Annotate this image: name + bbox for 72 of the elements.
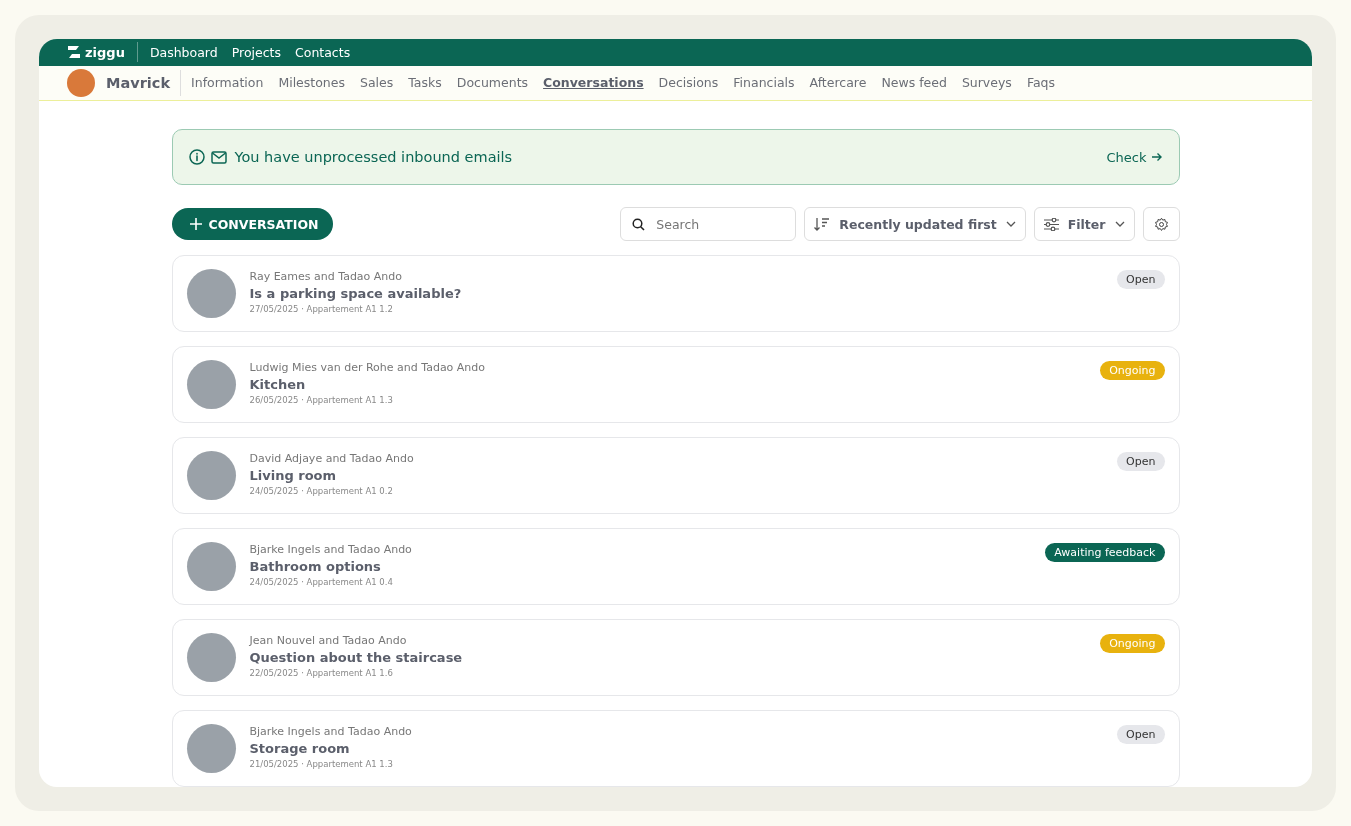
conversation-card[interactable]: Bjarke Ingels and Tadao Ando Storage room 21/05/2025 · Appartement A1 1.3 Open [171,710,1180,787]
nav-tab[interactable]: Sales [360,75,394,91]
project-name: Mavrick [106,74,171,91]
participants: Bjarke Ingels and Tadao Ando [249,725,412,738]
conversation-subject: Bathroom options [249,559,382,574]
conversation-subject: Question about the staircase [249,650,463,665]
nav-link[interactable]: Contacts [295,44,351,60]
conversation-subject: Living room [249,468,338,483]
participants: Ray Eames and Tadao Ando [249,270,404,283]
nav-tab[interactable]: Aftercare [809,75,867,91]
conversation-subject: Storage room [249,741,351,756]
participants: David Adjaye and Tadao Ando [249,452,414,465]
conversation-card[interactable]: Ray Eames and Tadao Ando Is a parking space available? 27/05/2025 · Appartement A1 1.2 Open [171,255,1180,332]
filter-dropdown[interactable]: Filter [1033,207,1135,241]
conversation-card[interactable]: David Adjaye and Tadao Ando Living room 24/05/2025 · Appartement A1 0.2 Open [171,437,1180,514]
participants: Ludwig Mies van der Rohe and Tadao Ando [249,361,486,374]
avatar [186,633,236,682]
nav-tab[interactable]: Decisions [658,75,719,91]
arrow-right-icon [1150,151,1163,163]
status-badge: Open [1117,270,1165,289]
nav-tab[interactable]: Financials [733,75,795,91]
conversation-card[interactable]: Ludwig Mies van der Rohe and Tadao Ando Kitchen 26/05/2025 · Appartement A1 1.3 Ongoing [171,346,1180,423]
nav-tab[interactable]: Surveys [961,75,1012,91]
plus-icon [189,218,202,230]
chevron-down-icon [1114,221,1125,227]
conversation-meta: 27/05/2025 · Appartement A1 1.2 [249,304,394,314]
status-badge: Open [1117,452,1165,471]
avatar [186,542,236,591]
brand-name: ziggu [85,44,125,60]
conversation-meta: 24/05/2025 · Appartement A1 0.2 [249,486,394,496]
search-icon [632,218,646,231]
conversation-card[interactable]: Jean Nouvel and Tadao Ando Question about the staircase 22/05/2025 · Appartement A1 1.6 Ongoing [171,619,1180,696]
status-badge: Open [1117,725,1165,744]
nav-tab[interactable]: Conversations [543,75,644,91]
nav-tab[interactable]: Milestones [278,75,345,91]
conversation-card[interactable]: Bjarke Ingels and Tadao Ando Bathroom options 24/05/2025 · Appartement A1 0.4 Awaiting feedback [171,528,1180,605]
settings-icon [1153,216,1169,232]
nav-tab[interactable]: Documents [456,75,529,91]
info-icon [188,149,205,165]
avatar [186,451,236,500]
sliders-icon [1043,217,1059,231]
avatar [186,724,236,773]
nav-tab[interactable]: Information [191,75,264,91]
avatar [186,360,236,409]
new-conversation-button[interactable]: CONVERSATION [171,208,333,240]
sort-icon [814,217,831,231]
check-link[interactable]: Check [1106,149,1163,165]
conversation-meta: 24/05/2025 · Appartement A1 0.4 [249,577,394,587]
participants: Bjarke Ingels and Tadao Ando [249,543,412,556]
status-badge: Ongoing [1100,361,1165,380]
search-field[interactable]: Search [620,207,797,241]
status-badge: Awaiting feedback [1045,543,1165,562]
conversation-meta: 21/05/2025 · Appartement A1 1.3 [249,759,394,769]
settings-button[interactable] [1142,207,1180,241]
sort-dropdown[interactable]: Recently updated first [804,207,1026,241]
participants: Jean Nouvel and Tadao Ando [249,634,408,647]
chevron-down-icon [1005,221,1016,227]
conversation-subject: Kitchen [249,377,307,392]
logo-icon [67,45,81,60]
status-badge: Ongoing [1100,634,1165,653]
conversation-meta: 22/05/2025 · Appartement A1 1.6 [249,668,394,678]
nav-link[interactable]: Dashboard [149,44,218,60]
nav-tab[interactable]: Tasks [408,75,442,91]
nav-tab[interactable]: Faqs [1026,75,1056,91]
conversation-subject: Is a parking space available? [249,286,462,301]
nav-link[interactable]: Projects [231,44,281,60]
mail-icon [210,150,227,164]
project-avatar [67,68,95,97]
avatar [186,269,236,318]
nav-tab[interactable]: News feed [881,75,947,91]
conversation-meta: 26/05/2025 · Appartement A1 1.3 [249,395,394,405]
alert-message: You have unprocessed inbound emails [234,149,513,165]
